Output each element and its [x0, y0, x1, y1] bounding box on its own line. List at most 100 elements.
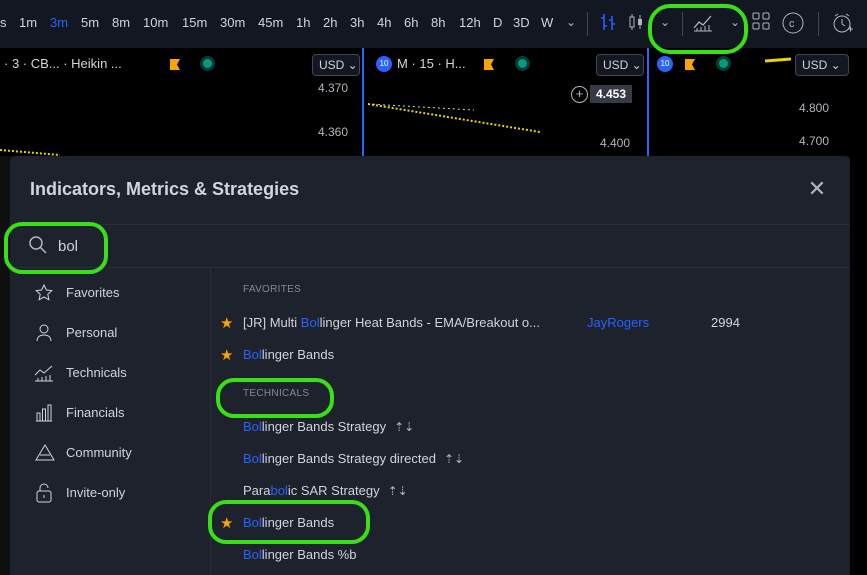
timeframe-s[interactable]: s: [0, 15, 7, 30]
price-label: 4.800: [799, 101, 830, 115]
toolbar-divider: [587, 12, 588, 36]
result-row[interactable]: Bollinger Bands Strategy ⇡⇣: [211, 411, 850, 443]
timeframe-10m[interactable]: 10m: [143, 15, 168, 30]
interval-badge: 10: [657, 56, 673, 72]
strategy-icon: ⇡⇣: [394, 420, 415, 434]
result-row[interactable]: Parabolic SAR Strategy ⇡⇣: [211, 475, 850, 507]
indicators-chevron-icon[interactable]: ⌄: [730, 15, 740, 29]
alert-clock-icon[interactable]: [832, 12, 854, 39]
timeframe-dropdown-chevron-icon[interactable]: ⌄: [566, 15, 576, 29]
timeframe-4h[interactable]: 4h: [377, 15, 391, 30]
name-part: linger Bands %b: [261, 547, 357, 562]
name-part: ic SAR Strategy: [287, 483, 380, 498]
currency-label: USD: [802, 58, 828, 72]
result-name: Bollinger Bands Strategy directed ⇡⇣: [243, 451, 464, 466]
flag-icon: [685, 59, 695, 70]
sidebar-label: Financials: [66, 405, 125, 420]
star-outline-icon: [34, 283, 54, 303]
status-dot: [719, 59, 728, 68]
result-row[interactable]: Bollinger Bands Strategy directed ⇡⇣: [211, 443, 850, 475]
results-list: FAVORITES ★ [JR] Multi Bollinger Heat Ba…: [211, 267, 850, 575]
star-filled-icon[interactable]: ★: [220, 346, 233, 364]
timeframe-1m[interactable]: 1m: [19, 15, 37, 30]
name-part: Para: [243, 483, 271, 498]
status-dot: [203, 59, 212, 68]
match-highlight: bol: [270, 483, 288, 498]
sidebar-item-financials[interactable]: Financials: [10, 397, 210, 437]
compare-symbol-icon[interactable]: c: [782, 12, 804, 39]
bar-style-icon[interactable]: [600, 12, 616, 37]
add-alert-plus-icon[interactable]: +: [571, 86, 588, 103]
timeframe-1h[interactable]: 1h: [296, 15, 310, 30]
strategy-icon: ⇡⇣: [387, 484, 408, 498]
pane-2-title: M · 15 · H...: [397, 56, 466, 71]
chart-pane-3[interactable]: 10 USD ⌄ 4.800 4.700: [649, 48, 867, 156]
name-part: [JR] Multi: [243, 315, 301, 330]
search-bar[interactable]: [10, 224, 850, 268]
price-label: 4.370: [318, 81, 349, 95]
price-label: 4.400: [600, 136, 631, 150]
timeframe-6h[interactable]: 6h: [404, 15, 418, 30]
match-highlight: Bol: [243, 347, 262, 362]
timeframe-8m[interactable]: 8m: [112, 15, 130, 30]
chart-background: [850, 156, 867, 575]
result-name: Bollinger Bands: [243, 347, 334, 362]
sidebar-label: Favorites: [66, 285, 120, 300]
result-row[interactable]: ★ [JR] Multi Bollinger Heat Bands - EMA/…: [211, 307, 850, 339]
sidebar-item-personal[interactable]: Personal: [10, 317, 210, 357]
result-row[interactable]: ★ Bollinger Bands: [211, 339, 850, 371]
timeframe-45m[interactable]: 45m: [258, 15, 283, 30]
sidebar-item-community[interactable]: Community: [10, 437, 210, 477]
price-line: [764, 57, 792, 63]
category-sidebar: Favorites Personal Technicals Financials…: [10, 267, 211, 575]
lock-icon: [34, 483, 54, 503]
search-icon: [28, 235, 48, 258]
star-filled-icon[interactable]: ★: [220, 514, 233, 532]
timeframe-W[interactable]: W: [541, 15, 553, 30]
match-highlight: Bol: [300, 315, 320, 330]
author-link[interactable]: JayRogers: [587, 315, 649, 330]
sidebar-item-favorites[interactable]: Favorites: [10, 277, 210, 317]
timeframe-5m[interactable]: 5m: [81, 15, 99, 30]
chart-type-chevron-icon[interactable]: ⌄: [660, 15, 670, 29]
timeframe-30m[interactable]: 30m: [220, 15, 245, 30]
pane-1-title: · 3 · CB... · Heikin ...: [4, 56, 122, 71]
bar-chart-icon: [34, 403, 54, 423]
currency-select-pane-1[interactable]: USD ⌄: [312, 54, 360, 76]
price-label: 4.360: [318, 125, 349, 139]
chart-pane-2[interactable]: 10 M · 15 · H... USD ⌄ + 4.453 4.400: [364, 48, 647, 156]
price-line: [0, 149, 60, 156]
timeframe-3m[interactable]: 3m: [50, 15, 68, 30]
flag-icon: [484, 59, 494, 70]
search-input[interactable]: [56, 233, 360, 259]
indicator-line: [367, 103, 541, 133]
indicators-dialog: Indicators, Metrics & Strategies ✕ Favor…: [10, 156, 850, 575]
timeframe-15m[interactable]: 15m: [182, 15, 207, 30]
technicals-chart-icon: [34, 363, 54, 383]
timeframe-2h[interactable]: 2h: [323, 15, 337, 30]
timeframe-3D[interactable]: 3D: [513, 15, 530, 30]
sidebar-label: Invite-only: [66, 485, 126, 500]
close-icon[interactable]: ✕: [806, 178, 828, 200]
chart-pane-1[interactable]: · 3 · CB... · Heikin ... USD ⌄ 4.370 4.3…: [0, 48, 362, 156]
sidebar-item-technicals[interactable]: Technicals: [10, 357, 210, 397]
user-icon: [34, 323, 54, 343]
timeframe-12h[interactable]: 12h: [459, 15, 481, 30]
result-name: Bollinger Bands: [243, 515, 334, 530]
indicators-icon[interactable]: [692, 12, 714, 37]
timeframe-D[interactable]: D: [493, 15, 502, 30]
result-row[interactable]: ★ Bollinger Bands: [211, 507, 850, 539]
strategy-icon: ⇡⇣: [443, 452, 465, 466]
sidebar-item-invite-only[interactable]: Invite-only: [10, 477, 210, 517]
layout-grid-icon[interactable]: [752, 12, 770, 35]
result-name: Parabolic SAR Strategy ⇡⇣: [243, 483, 408, 498]
currency-select-pane-2[interactable]: USD ⌄: [596, 54, 644, 76]
sidebar-label: Community: [66, 445, 132, 460]
star-filled-icon[interactable]: ★: [220, 314, 233, 332]
result-row[interactable]: Bollinger Bands %b: [211, 539, 850, 571]
currency-select-pane-3[interactable]: USD ⌄: [795, 54, 849, 76]
currency-label: USD: [319, 58, 345, 72]
timeframe-8h[interactable]: 8h: [431, 15, 445, 30]
candle-style-icon[interactable]: [628, 12, 644, 37]
timeframe-3h[interactable]: 3h: [350, 15, 364, 30]
